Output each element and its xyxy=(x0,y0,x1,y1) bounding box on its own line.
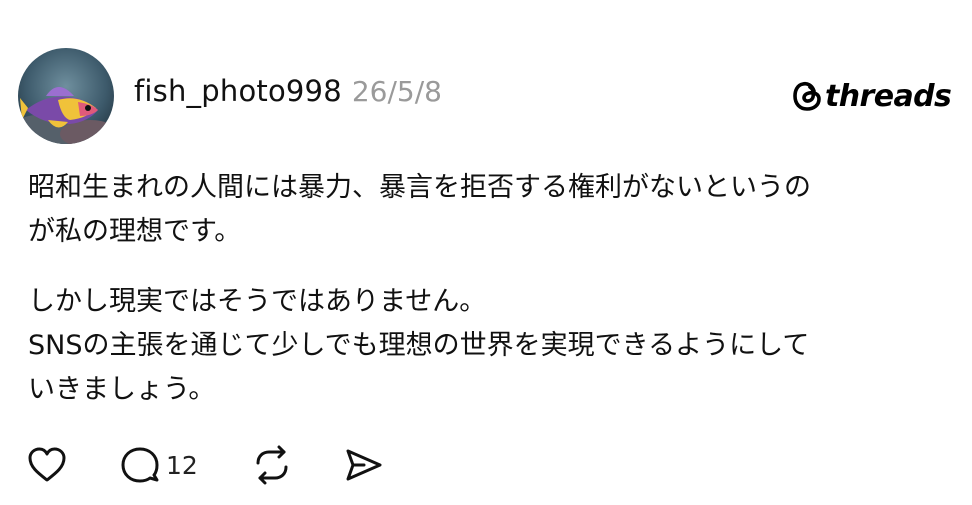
text-line: いきましょう。 xyxy=(28,374,216,405)
threads-logo: threads xyxy=(792,76,952,116)
brand-wordmark: threads xyxy=(825,78,952,114)
share-icon xyxy=(346,449,382,481)
heart-icon xyxy=(28,447,66,482)
post-paragraph-2: しかし現実ではそうではありません。 SNSの主張を通じて少しでも理想の世界を実現… xyxy=(28,280,948,412)
username[interactable]: fish_photo998 xyxy=(134,74,342,108)
avatar[interactable] xyxy=(18,48,114,144)
comment-count: 12 xyxy=(166,450,198,480)
text-line: 昭和生まれの人間には暴力、暴言を拒否する権利がないというの xyxy=(28,172,811,203)
share-button[interactable] xyxy=(344,442,384,488)
threads-logo-icon xyxy=(793,81,821,111)
like-button[interactable] xyxy=(26,442,68,488)
text-line: が私の理想です。 xyxy=(28,216,242,247)
repost-icon xyxy=(256,445,288,485)
comment-icon xyxy=(121,447,159,483)
post-header: fish_photo998 26/5/8 xyxy=(134,74,442,118)
threads-post: fish_photo998 26/5/8 threads 昭和生まれの人間には暴… xyxy=(0,0,972,505)
repost-button[interactable] xyxy=(252,442,292,488)
text-line: しかし現実ではそうではありません。 xyxy=(28,286,487,317)
comment-button[interactable]: 12 xyxy=(120,442,198,488)
post-paragraph-1: 昭和生まれの人間には暴力、暴言を拒否する権利がないというの が私の理想です。 xyxy=(28,166,948,254)
post-date: 26/5/8 xyxy=(351,75,442,108)
text-line: SNSの主張を通じて少しでも理想の世界を実現できるようにして xyxy=(28,330,810,361)
